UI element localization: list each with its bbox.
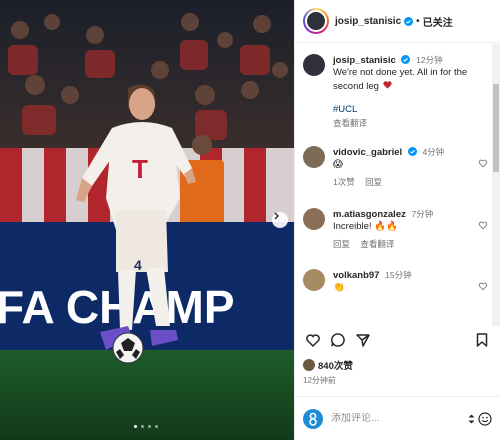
verified-badge-icon <box>407 147 417 156</box>
header-separator: • <box>416 15 420 27</box>
carousel-dot <box>148 425 151 428</box>
like-comment-heart-icon[interactable] <box>478 158 488 168</box>
comment-bubble-icon[interactable] <box>330 332 346 348</box>
comment-time: 15分钟 <box>385 270 412 280</box>
football <box>112 332 144 364</box>
next-photo-button[interactable] <box>272 212 288 228</box>
reply-button[interactable]: 回复 <box>365 177 382 187</box>
carousel-dot <box>155 425 158 428</box>
commenter-username[interactable]: m.atiasgonzalez <box>333 209 406 220</box>
like-comment-heart-icon[interactable] <box>478 220 488 230</box>
add-comment-bar <box>295 396 500 440</box>
carousel-dots <box>134 425 158 428</box>
following-button[interactable]: 已关注 <box>423 14 453 29</box>
comment-item: vidovic_gabriel 4分钟 😱 1次赞 回复 <box>303 146 488 188</box>
bookmark-icon[interactable] <box>474 332 490 348</box>
comment-text: 👏 <box>333 282 345 293</box>
sort-arrows-icon[interactable] <box>468 414 475 424</box>
heart-emoji-icon <box>382 81 392 89</box>
add-comment-input[interactable] <box>331 413 468 424</box>
post-time: 12分钟前 <box>303 376 336 385</box>
author-username[interactable]: josip_stanisic <box>335 16 401 27</box>
caption-avatar[interactable] <box>303 54 325 76</box>
commenter-avatar[interactable] <box>303 208 325 230</box>
verified-badge-icon <box>401 55 411 64</box>
comment-time: 4分钟 <box>422 147 445 157</box>
carousel-dot <box>134 425 137 428</box>
svg-text:T: T <box>132 154 148 184</box>
commenter-avatar[interactable] <box>303 146 325 168</box>
see-translation-link[interactable]: 查看翻译 <box>333 118 367 128</box>
post-header: josip_stanisic • 已关注 <box>295 0 500 43</box>
commenter-username[interactable]: vidovic_gabriel <box>333 147 402 158</box>
post-detail-panel: josip_stanisic • 已关注 josip_stanisic 12分钟… <box>294 0 500 440</box>
commenter-username[interactable]: volkanb97 <box>333 270 379 281</box>
caption: josip_stanisic 12分钟 We're not done yet. … <box>303 54 488 129</box>
author-avatar[interactable] <box>303 8 329 34</box>
comment-likes[interactable]: 1次赞 <box>333 177 355 187</box>
commenter-avatar[interactable] <box>303 269 325 291</box>
logo-mark-icon <box>309 412 317 426</box>
comment-item: m.atiasgonzalez 7分钟 Increible! 🔥🔥 回复 查看翻… <box>303 208 488 250</box>
liker-avatar <box>303 359 315 371</box>
caption-text: We're not done yet. All in for the secon… <box>333 67 468 92</box>
caption-time: 12分钟 <box>416 55 443 65</box>
carousel-dot <box>141 425 144 428</box>
chevron-right-icon <box>274 212 279 220</box>
see-translation-link[interactable]: 查看翻译 <box>360 239 394 249</box>
post-photo: FA CHAMP T 4 <box>0 0 294 440</box>
emoji-picker-icon[interactable] <box>478 411 492 426</box>
comment-text: 😱 <box>333 159 343 170</box>
site-logo <box>303 408 323 429</box>
caption-username[interactable]: josip_stanisic <box>333 55 396 66</box>
comment-item: volkanb97 15分钟 👏 <box>303 269 488 294</box>
comment-text: Increible! 🔥🔥 <box>333 221 398 232</box>
caption-hashtag[interactable]: #UCL <box>333 104 488 116</box>
action-bar <box>303 332 492 352</box>
verified-badge-icon <box>404 16 414 26</box>
like-heart-icon[interactable] <box>305 332 321 348</box>
share-send-icon[interactable] <box>355 332 371 348</box>
like-comment-heart-icon[interactable] <box>478 281 488 291</box>
comment-time: 7分钟 <box>411 209 434 219</box>
reply-button[interactable]: 回复 <box>333 239 350 249</box>
likes-count: 840次赞 <box>318 361 353 372</box>
comments-scrollbar[interactable] <box>492 44 500 327</box>
likes-summary[interactable]: 840次赞 <box>303 358 353 372</box>
comments-list: josip_stanisic 12分钟 We're not done yet. … <box>295 44 500 327</box>
photo-scene: FA CHAMP T 4 <box>0 0 294 440</box>
ad-board-text: FA CHAMP <box>0 281 235 333</box>
